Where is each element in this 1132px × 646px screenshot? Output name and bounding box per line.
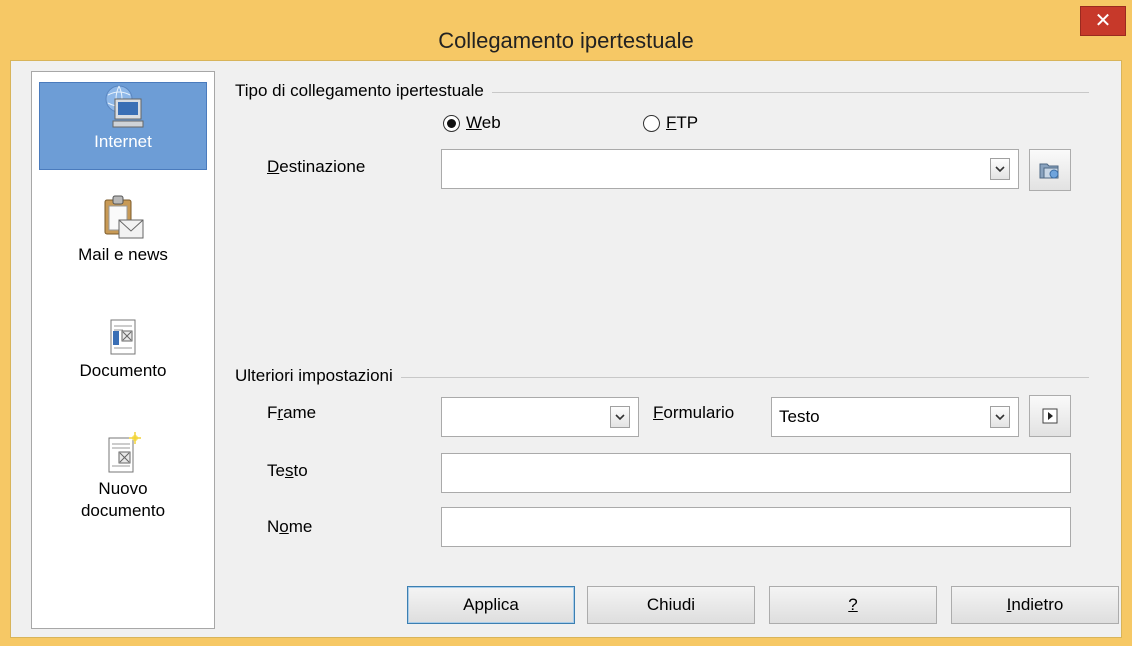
chevron-down-icon[interactable] <box>990 406 1010 428</box>
play-event-icon <box>1042 408 1058 424</box>
globe-computer-icon <box>105 85 144 128</box>
hyperlink-dialog: Collegamento ipertestuale ✕ Internet Mai… <box>0 0 1132 646</box>
events-button[interactable] <box>1029 395 1071 437</box>
open-web-browser-button[interactable] <box>1029 149 1071 191</box>
radio-indicator <box>443 114 460 132</box>
frame-label: Frame <box>267 403 317 422</box>
radio-indicator <box>643 114 660 132</box>
text-label: Testo <box>267 461 308 480</box>
hyperlink-type-sidebar: Internet Mail e news Documento Nuovo doc… <box>31 71 215 629</box>
folder-browse-icon <box>1039 163 1059 179</box>
chevron-down-icon[interactable] <box>610 406 630 428</box>
form-value: Testo <box>779 407 820 426</box>
apply-button[interactable]: Applica <box>407 586 575 624</box>
sidebar-item-label: Mail e news <box>78 245 168 264</box>
form-label: Formulario <box>653 403 735 422</box>
radio-web[interactable]: Web <box>443 113 501 133</box>
new-document-icon <box>108 432 141 473</box>
back-button[interactable]: Indietro <box>951 586 1119 624</box>
sidebar-item-new-document[interactable]: Nuovo documento <box>39 432 207 544</box>
radio-label-web: Web <box>466 113 501 132</box>
sidebar-item-mail-news[interactable]: Mail e news <box>39 194 207 284</box>
dialog-body: Internet Mail e news Documento Nuovo doc… <box>10 60 1122 638</box>
form-combobox[interactable]: Testo <box>771 397 1019 437</box>
sidebar-item-label: Internet <box>94 132 152 151</box>
sidebar-item-label: Nuovo <box>98 479 148 498</box>
radio-ftp[interactable]: FTP <box>643 113 698 133</box>
name-input[interactable] <box>441 507 1071 547</box>
destination-combobox[interactable] <box>441 149 1019 189</box>
close-button[interactable]: ✕ <box>1080 6 1126 36</box>
name-label: Nome <box>267 517 313 536</box>
document-icon <box>110 319 136 355</box>
radio-label-ftp: FTP <box>666 113 699 132</box>
text-input[interactable] <box>441 453 1071 493</box>
title-bar[interactable]: Collegamento ipertestuale ✕ <box>0 0 1132 58</box>
sidebar-item-label: Documento <box>79 361 167 380</box>
group-label-further-settings: Ulteriori impostazioni <box>235 366 401 386</box>
sidebar-item-internet[interactable]: Internet <box>39 82 207 170</box>
close-dialog-button[interactable]: Chiudi <box>587 586 755 624</box>
group-label-hyperlink-type: Tipo di collegamento ipertestuale <box>235 81 492 101</box>
clipboard-mail-icon <box>104 195 144 239</box>
frame-combobox[interactable] <box>441 397 639 437</box>
sidebar-item-document[interactable]: Documento <box>39 316 207 400</box>
destination-label: Destinazione <box>267 157 366 176</box>
help-button[interactable]: ? <box>769 586 937 624</box>
sidebar-item-label-line2: documento <box>80 501 166 520</box>
chevron-down-icon[interactable] <box>990 158 1010 180</box>
window-title: Collegamento ipertestuale <box>438 28 694 53</box>
